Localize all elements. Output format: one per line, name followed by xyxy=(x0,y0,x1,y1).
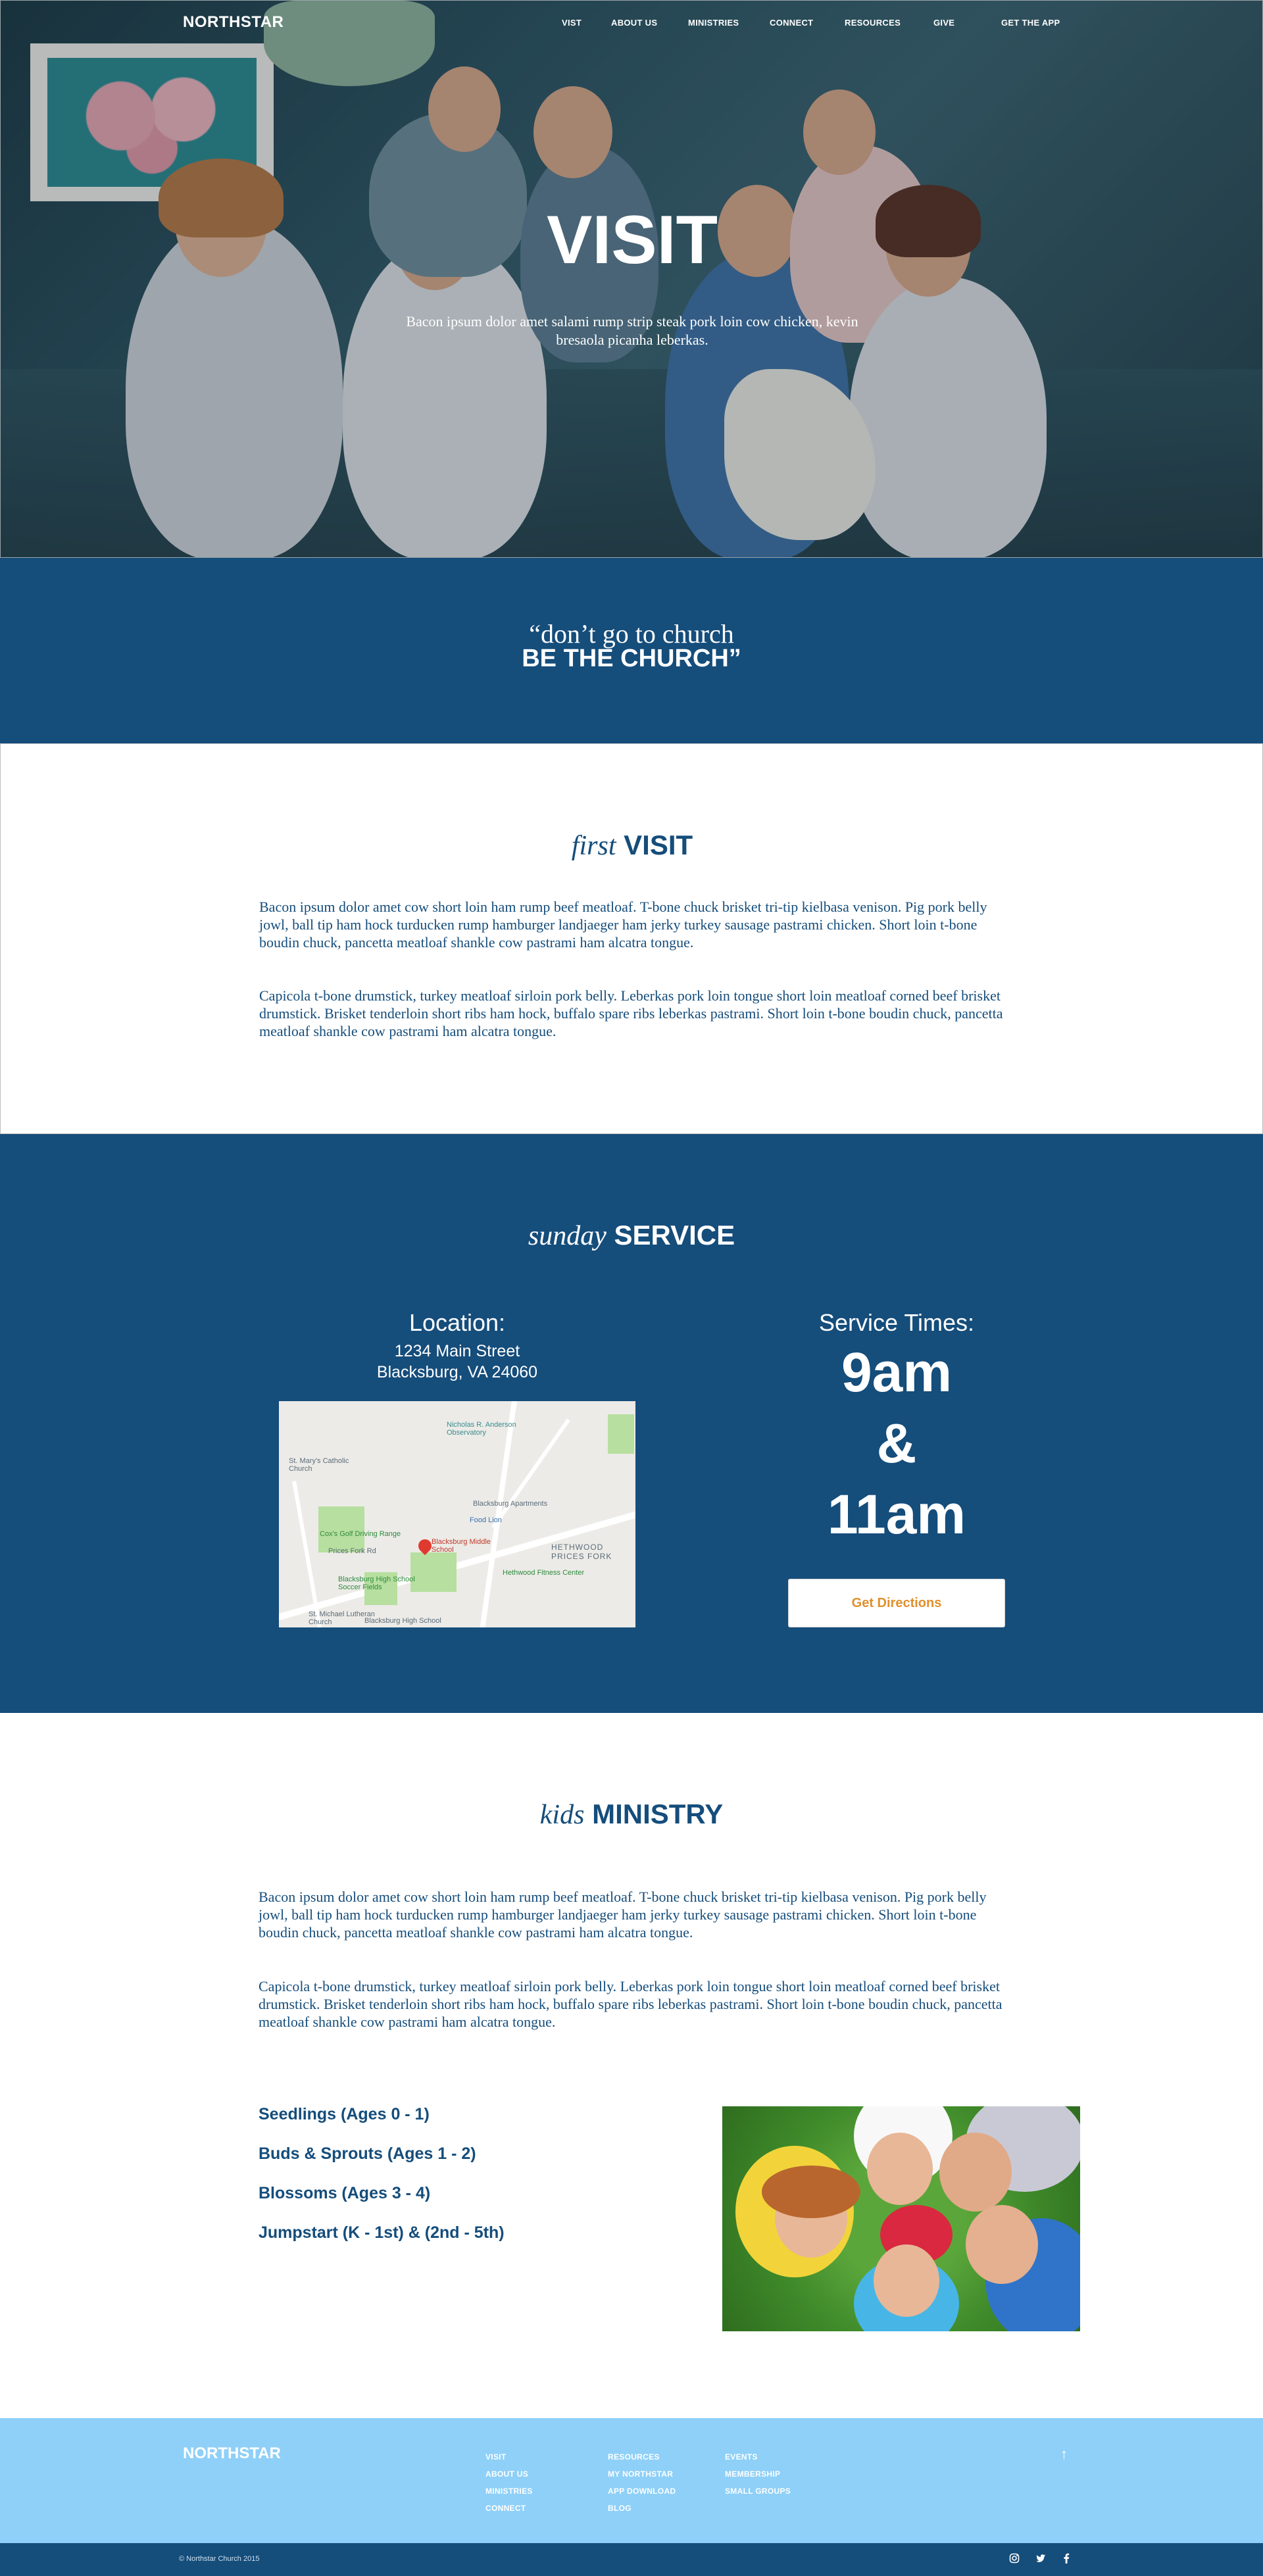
kids-title: kids MINISTRY xyxy=(0,1798,1263,1831)
footer-logo[interactable]: NORTHSTAR xyxy=(183,2444,281,2463)
first-visit-title-bold: VISIT xyxy=(624,830,693,860)
location-label: Location: xyxy=(409,1309,506,1336)
nav-item-about[interactable]: ABOUT US xyxy=(611,18,657,28)
map-label-prices-fork: HETHWOOD PRICES FORK xyxy=(551,1543,612,1561)
footer: NORTHSTAR VISIT ABOUT US MINISTRIES CONN… xyxy=(0,2418,1263,2543)
facebook-icon[interactable] xyxy=(1063,2553,1070,2566)
map-label-road: Prices Fork Rd xyxy=(328,1547,376,1555)
age-group-seedlings[interactable]: Seedlings (Ages 0 - 1) xyxy=(259,2105,430,2124)
kids-paragraph-1: Bacon ipsum dolor amet cow short loin ha… xyxy=(259,1889,987,1941)
service-time-2: 11am xyxy=(827,1483,966,1545)
age-group-jumpstart[interactable]: Jumpstart (K - 1st) & (2nd - 5th) xyxy=(259,2223,505,2242)
back-to-top-arrow-icon[interactable]: ↑ xyxy=(1060,2446,1068,2463)
get-app-button[interactable]: GET THE APP xyxy=(1001,18,1060,28)
twitter-icon[interactable] xyxy=(1035,2553,1046,2566)
footer-link-events[interactable]: EVENTS xyxy=(725,2452,758,2462)
location-map[interactable]: Nicholas R. Anderson Observatory St. Mar… xyxy=(279,1401,635,1627)
footer-link-visit[interactable]: VISIT xyxy=(485,2452,507,2462)
service-title-italic: sunday xyxy=(528,1221,607,1251)
address-line-1: 1234 Main Street xyxy=(394,1342,520,1360)
service-title-bold: SERVICE xyxy=(614,1220,735,1251)
copyright-text: © Northstar Church 2015 xyxy=(179,2555,260,2563)
map-label-fitness: Hethwood Fitness Center xyxy=(503,1569,585,1577)
footer-link-app-download[interactable]: APP DOWNLOAD xyxy=(608,2487,676,2496)
service-title: sunday SERVICE xyxy=(0,1220,1263,1252)
kids-title-bold: MINISTRY xyxy=(592,1798,724,1829)
footer-link-membership[interactable]: MEMBERSHIP xyxy=(725,2469,780,2479)
map-label-apartments: Blacksburg Apartments xyxy=(473,1500,548,1508)
quote-band: “don’t go to church BE THE CHURCH” xyxy=(0,558,1263,743)
nav-item-visit[interactable]: VIST xyxy=(562,18,582,28)
map-label-food-lion: Food Lion xyxy=(470,1516,502,1524)
kids-title-italic: kids xyxy=(539,1800,585,1830)
first-visit-title-italic: first xyxy=(571,831,616,861)
nav-item-connect[interactable]: CONNECT xyxy=(770,18,813,28)
top-nav: NORTHSTAR VIST ABOUT US MINISTRIES CONNE… xyxy=(0,0,1263,46)
footer-link-small-groups[interactable]: SMALL GROUPS xyxy=(725,2487,791,2496)
nav-item-resources[interactable]: RESOURCES xyxy=(845,18,901,28)
footer-link-my-northstar[interactable]: MY NORTHSTAR xyxy=(608,2469,673,2479)
kids-ministry-section: kids MINISTRY Bacon ipsum dolor amet cow… xyxy=(0,1713,1263,2418)
sunday-service-section: sunday SERVICE Location: 1234 Main Stree… xyxy=(0,1134,1263,1713)
kids-photo-face xyxy=(939,2133,1012,2212)
kids-paragraph-2: Capicola t-bone drumstick, turkey meatlo… xyxy=(259,1978,1003,2030)
map-label-observatory: Nicholas R. Anderson Observatory xyxy=(447,1421,516,1437)
map-label-soccer: Blacksburg High School Soccer Fields xyxy=(338,1575,415,1591)
quote-line-2: BE THE CHURCH” xyxy=(522,645,741,672)
map-label-church: St. Mary's Catholic Church xyxy=(289,1457,349,1473)
footer-link-resources[interactable]: RESOURCES xyxy=(608,2452,660,2462)
kids-photo xyxy=(722,2106,1080,2331)
service-times-label: Service Times: xyxy=(818,1309,975,1336)
site-logo[interactable]: NORTHSTAR xyxy=(183,13,284,32)
map-label-high-school: Blacksburg High School xyxy=(364,1617,441,1625)
footer-link-about[interactable]: ABOUT US xyxy=(485,2469,528,2479)
first-visit-section: first VISIT Bacon ipsum dolor amet cow s… xyxy=(0,743,1263,1134)
footer-link-connect[interactable]: CONNECT xyxy=(485,2504,526,2513)
kids-photo-hair xyxy=(762,2166,860,2218)
service-time-amp: & xyxy=(876,1412,917,1474)
first-visit-paragraph-2: Capicola t-bone drumstick, turkey meatlo… xyxy=(259,987,1003,1039)
footer-link-ministries[interactable]: MINISTRIES xyxy=(485,2487,533,2496)
map-park xyxy=(608,1414,634,1454)
nav-item-ministries[interactable]: MINISTRIES xyxy=(688,18,739,28)
first-visit-title: first VISIT xyxy=(1,830,1263,862)
map-label-school: Blacksburg Middle School xyxy=(432,1538,491,1554)
nav-item-give[interactable]: GIVE xyxy=(933,18,954,28)
map-label-driving-range: Cox's Golf Driving Range xyxy=(320,1530,401,1538)
hero-subtitle: Bacon ipsum dolor amet salami rump strip… xyxy=(406,313,858,348)
age-group-buds-sprouts[interactable]: Buds & Sprouts (Ages 1 - 2) xyxy=(259,2144,476,2164)
instagram-icon[interactable] xyxy=(1009,2553,1020,2566)
kids-photo-face xyxy=(867,2133,933,2205)
first-visit-paragraph-1: Bacon ipsum dolor amet cow short loin ha… xyxy=(259,899,987,951)
address-line-2: Blacksburg, VA 24060 xyxy=(376,1363,538,1381)
footer-bottom-bar: © Northstar Church 2015 xyxy=(0,2543,1263,2576)
hero-title: VISIT xyxy=(546,202,718,278)
get-directions-button[interactable]: Get Directions xyxy=(788,1579,1005,1627)
service-time-1: 9am xyxy=(841,1341,953,1403)
kids-photo-face xyxy=(874,2244,939,2317)
kids-photo-face xyxy=(966,2205,1038,2284)
age-group-blossoms[interactable]: Blossoms (Ages 3 - 4) xyxy=(259,2184,430,2203)
footer-link-blog[interactable]: BLOG xyxy=(608,2504,632,2513)
map-park xyxy=(318,1506,364,1552)
hero-section: VISIT Bacon ipsum dolor amet salami rump… xyxy=(0,0,1263,558)
